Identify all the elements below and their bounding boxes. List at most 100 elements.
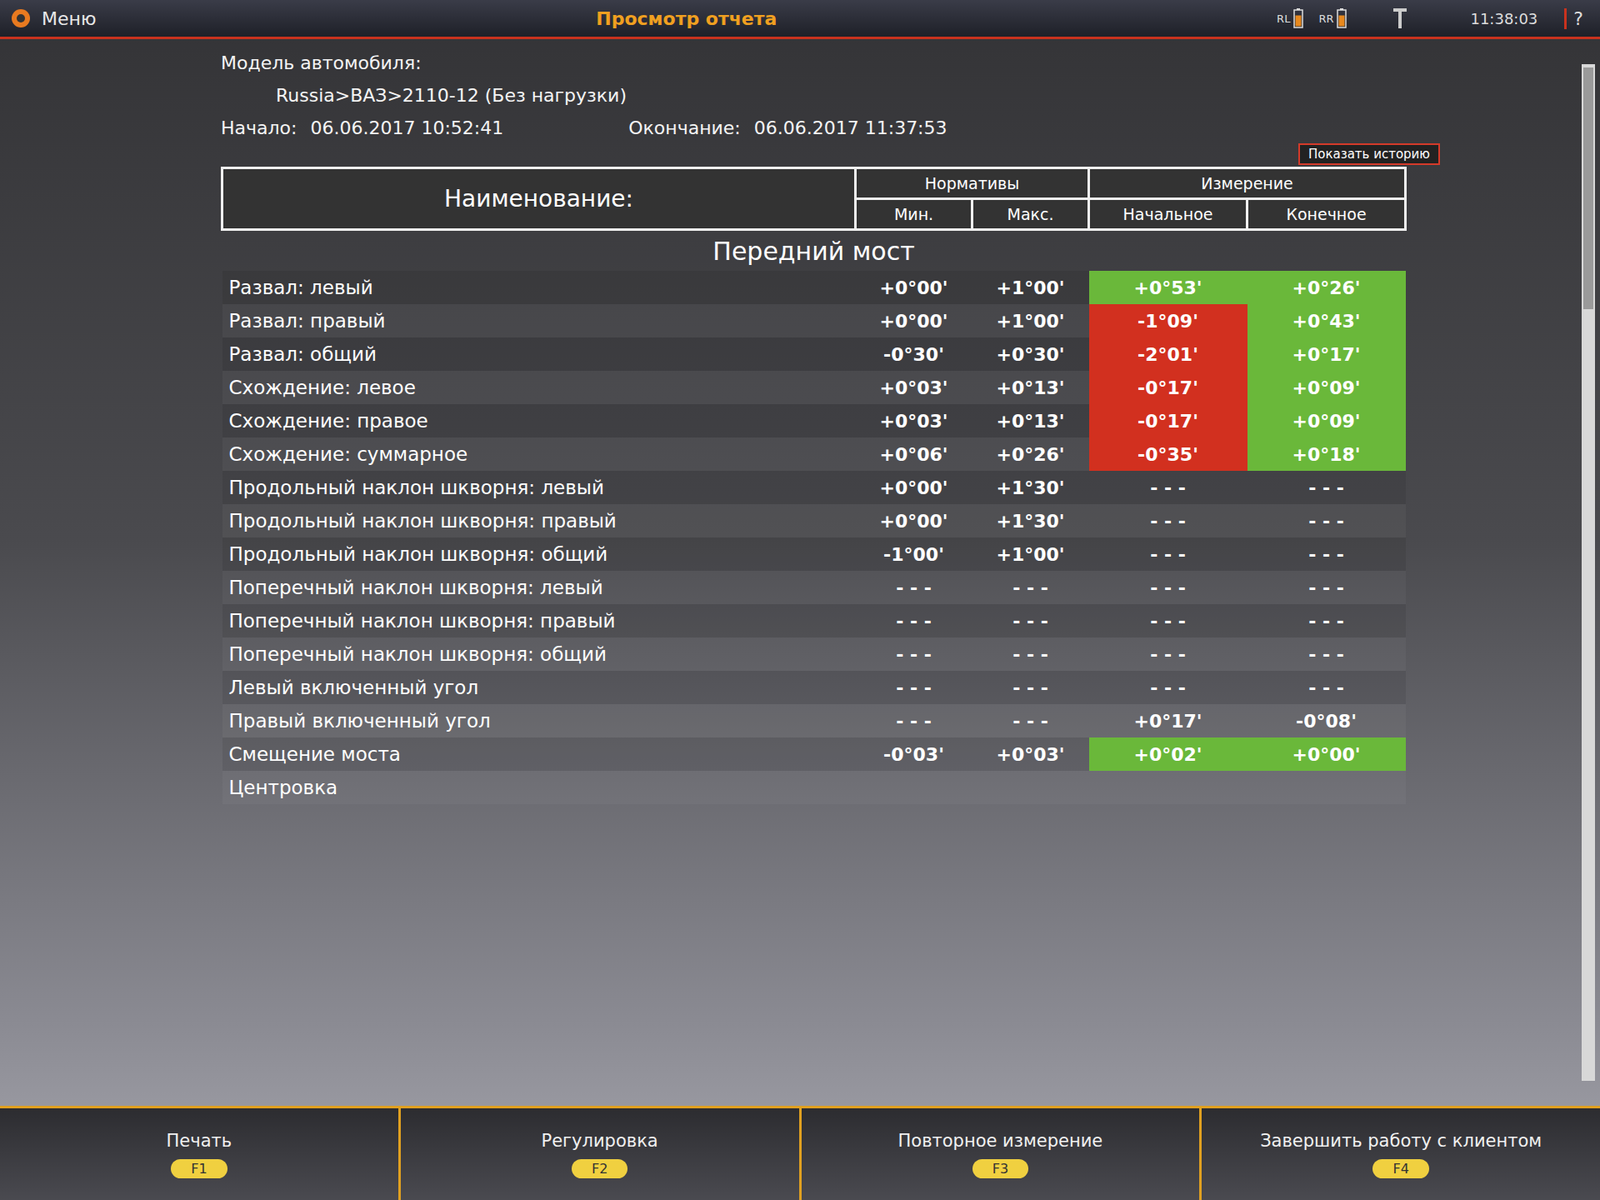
column-header: Мин. [855,199,973,230]
table-row: Правый включенный угол- - -- - -+0°17'-0… [222,704,1406,738]
top-bar: МенюПросмотр отчетаRLRR11:38:03? [0,0,1600,40]
end-value: 06.06.2017 11:37:53 [754,117,948,139]
end-label: Окончание: [628,117,741,139]
initial-value: -0°17' [1089,404,1248,438]
norm-min: +0°06' [855,437,973,471]
end-date: Окончание: 06.06.2017 11:37:53 [628,117,947,139]
norm-min: +0°00' [855,304,973,338]
start-value: 06.06.2017 10:52:41 [310,117,504,139]
menu-label[interactable]: Меню [41,8,96,30]
norm-max: +1°00' [972,537,1090,571]
norm-min: +0°03' [855,370,973,405]
initial-value: -2°01' [1089,337,1248,371]
final-value: +0°09' [1247,404,1406,438]
norm-min: -0°30' [855,337,973,371]
final-value: - - - [1247,537,1406,571]
function-key[interactable]: F2 [571,1159,628,1179]
initial-value: -1°09' [1089,304,1248,338]
final-value: +0°17' [1247,337,1406,371]
function-label[interactable]: Завершить работу с клиентом [1260,1130,1542,1151]
final-value: +0°18' [1247,437,1406,471]
norm-max: +1°00' [972,304,1090,338]
final-value: +0°09' [1247,370,1406,405]
param-name: Поперечный наклон шкворня: общий [222,637,856,671]
function-bar: Печать F1 Регулировка F2 Повторное измерение… [0,1105,1600,1200]
column-header: Нормативы [855,168,1090,200]
initial-value: - - - [1089,604,1248,638]
norm-min: +0°03' [855,404,973,438]
table-row: Продольный наклон шкворня: общий-1°00'+1… [222,537,1406,571]
param-name: Поперечный наклон шкворня: правый [222,604,856,638]
clock: 11:38:03 [1453,10,1555,28]
norm-max: +0°13' [972,404,1090,438]
norm-min: - - - [855,704,973,738]
wrench-icon [1390,6,1410,30]
sensor-label: RR [1318,12,1334,25]
initial-value: +0°53' [1089,270,1248,305]
scrollbar-thumb[interactable] [1583,67,1594,310]
function-button[interactable]: Регулировка F2 [400,1108,802,1200]
function-label[interactable]: Регулировка [541,1130,659,1151]
table-row: Центровка [222,770,1406,805]
norm-max: +0°26' [972,437,1090,471]
function-button[interactable]: Завершить работу с клиентом F4 [1201,1108,1600,1200]
norm-min: - - - [855,570,973,605]
table-row: Схождение: левое+0°03'+0°13'-0°17'+0°09' [222,370,1406,405]
function-button[interactable]: Повторное измерение F3 [801,1108,1203,1200]
param-name: Схождение: суммарное [222,437,856,471]
help-button[interactable]: ? [1564,8,1590,30]
initial-value: +0°02' [1089,737,1248,771]
sensor-indicator: RL [1276,8,1304,29]
norm-max: - - - [972,670,1090,705]
initial-value: - - - [1089,504,1248,538]
norm-max: +1°00' [972,270,1090,305]
initial-value: -0°35' [1089,437,1248,471]
menu-button[interactable]: Меню [10,7,96,30]
function-key[interactable]: F4 [1372,1159,1429,1179]
final-value: - - - [1247,570,1406,605]
header-row: Наименование:НормативыИзмерение [222,168,1406,200]
section-title: Передний мост [222,230,1406,272]
norm-max: +0°03' [972,737,1090,771]
final-value: - - - [1247,670,1406,705]
main-area: Модель автомобиля:Russia>ВАЗ>2110-12 (Бе… [0,39,1600,1106]
table-row: Поперечный наклон шкворня: левый- - -- -… [222,570,1406,605]
scrollbar[interactable] [1581,64,1595,1081]
column-header: Наименование: [222,168,856,230]
table-row: Левый включенный угол- - -- - -- - -- - … [222,670,1406,705]
function-key[interactable]: F1 [170,1159,227,1179]
norm-min [855,770,973,805]
initial-value: - - - [1089,470,1248,505]
function-label[interactable]: Повторное измерение [898,1130,1104,1151]
function-button[interactable]: Печать F1 [0,1108,401,1200]
param-name: Развал: общий [222,337,856,371]
sensor-indicator: RR [1318,8,1347,29]
param-name: Развал: правый [222,304,856,338]
param-name: Поперечный наклон шкворня: левый [222,570,856,605]
table-row: Развал: общий-0°30'+0°30'-2°01'+0°17' [222,337,1406,371]
table-row: Поперечный наклон шкворня: общий- - -- -… [222,637,1406,671]
final-value: - - - [1247,604,1406,638]
norm-max: +1°30' [972,470,1090,505]
param-name: Схождение: левое [222,370,856,405]
table-row: Поперечный наклон шкворня: правый - - -- … [222,604,1406,638]
report-dates: Начало:06.06.2017 10:52:41 Окончание: 06.0… [220,117,1532,139]
initial-value: -0°17' [1089,370,1248,405]
model-label: Модель автомобиля: [220,52,1532,74]
initial-value: - - - [1089,670,1248,705]
history-button[interactable]: Показать историю [1298,143,1440,165]
column-header: Макс. [972,199,1090,230]
norm-min: +0°00' [855,470,973,505]
menu-logo-icon [10,7,32,30]
table-row: Продольный наклон шкворня: левый+0°00'+1… [222,470,1406,505]
start-date: Начало:06.06.2017 10:52:41 [220,117,504,139]
battery-icon [1293,8,1304,29]
norm-max: +0°30' [972,337,1090,371]
function-label[interactable]: Печать [166,1130,233,1151]
report-info: Модель автомобиля:Russia>ВАЗ>2110-12 (Бе… [220,52,1532,165]
report-content: Модель автомобиля:Russia>ВАЗ>2110-12 (Бе… [0,39,1582,1106]
function-key[interactable]: F3 [972,1159,1029,1179]
norm-min: -1°00' [855,537,973,571]
column-header: Конечное [1247,199,1406,230]
param-name: Левый включенный угол [222,670,856,705]
